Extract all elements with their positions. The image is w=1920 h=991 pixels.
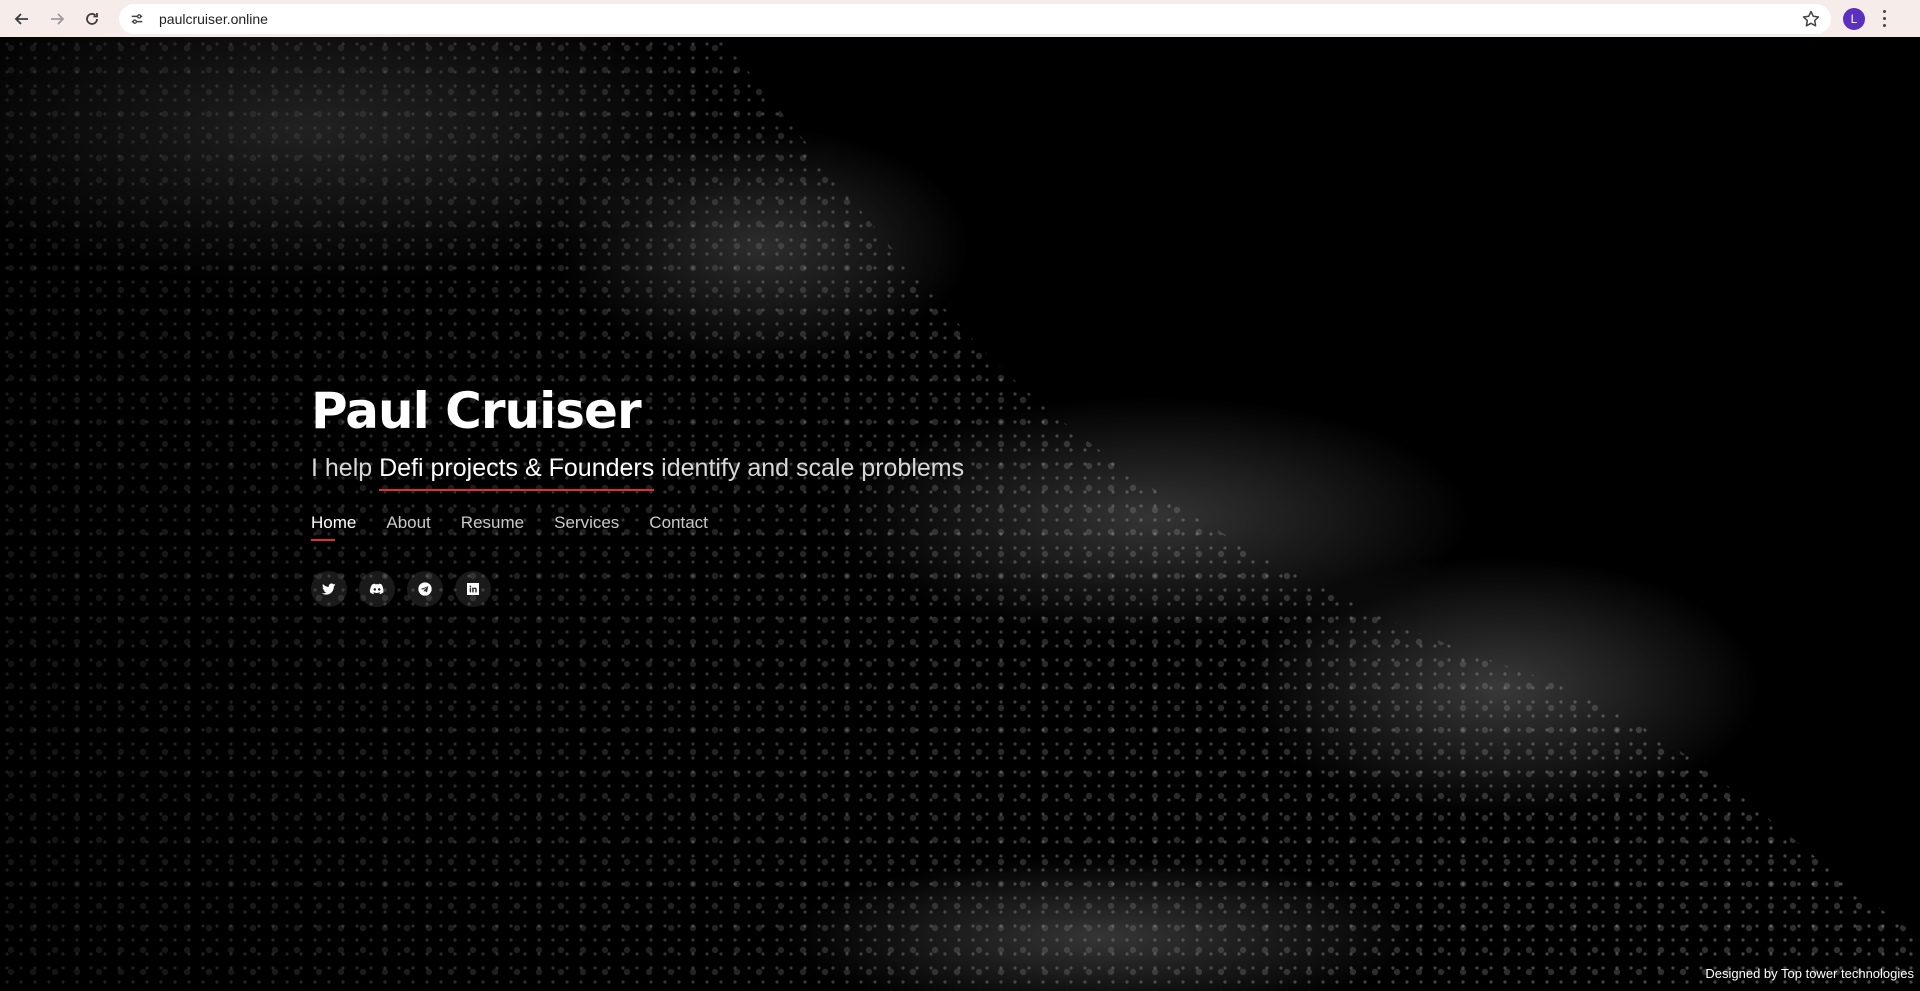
social-links <box>311 571 964 607</box>
linkedin-icon <box>467 583 479 595</box>
tagline-prefix: I help <box>311 454 380 482</box>
tagline-suffix: identify and scale problems <box>654 454 965 482</box>
hero-name: Paul Cruiser <box>311 382 642 440</box>
reload-icon <box>86 12 98 25</box>
nav-resume[interactable]: Resume <box>461 513 524 541</box>
hero-tagline: I help Defi projects & Founders identify… <box>311 454 965 491</box>
back-button[interactable] <box>7 4 37 34</box>
reload-button[interactable] <box>77 4 107 34</box>
discord-icon <box>370 583 384 595</box>
telegram-icon <box>418 582 432 596</box>
footer-credit: Designed by Top tower technologies <box>1705 966 1914 981</box>
bookmark-star-icon[interactable] <box>1801 9 1821 29</box>
address-bar[interactable]: paulcruiser.online <box>119 3 1831 34</box>
profile-initial: L <box>1850 11 1858 26</box>
browser-toolbar: paulcruiser.online L <box>0 0 1920 37</box>
site-info-icon[interactable] <box>125 7 149 31</box>
nav-about[interactable]: About <box>386 513 430 541</box>
twitter-icon <box>321 583 336 595</box>
hero-section: Paul Cruiser I help Defi projects & Foun… <box>311 386 964 607</box>
url-text[interactable]: paulcruiser.online <box>159 11 268 27</box>
forward-button[interactable] <box>42 4 72 34</box>
tagline-highlight: Defi projects & Founders <box>379 454 655 491</box>
profile-avatar[interactable]: L <box>1843 7 1865 30</box>
browser-menu-icon[interactable] <box>1877 9 1891 29</box>
arrow-left-icon <box>14 12 28 25</box>
twitter-link[interactable] <box>311 571 347 607</box>
linkedin-link[interactable] <box>455 571 491 607</box>
nav-home[interactable]: Home <box>311 513 356 541</box>
arrow-right-icon <box>51 12 65 25</box>
main-nav: Home About Resume Services Contact <box>311 513 964 541</box>
discord-link[interactable] <box>359 571 395 607</box>
nav-services[interactable]: Services <box>554 513 619 541</box>
page: Paul Cruiser I help Defi projects & Foun… <box>0 37 1920 991</box>
nav-contact[interactable]: Contact <box>649 513 708 541</box>
telegram-link[interactable] <box>407 571 443 607</box>
